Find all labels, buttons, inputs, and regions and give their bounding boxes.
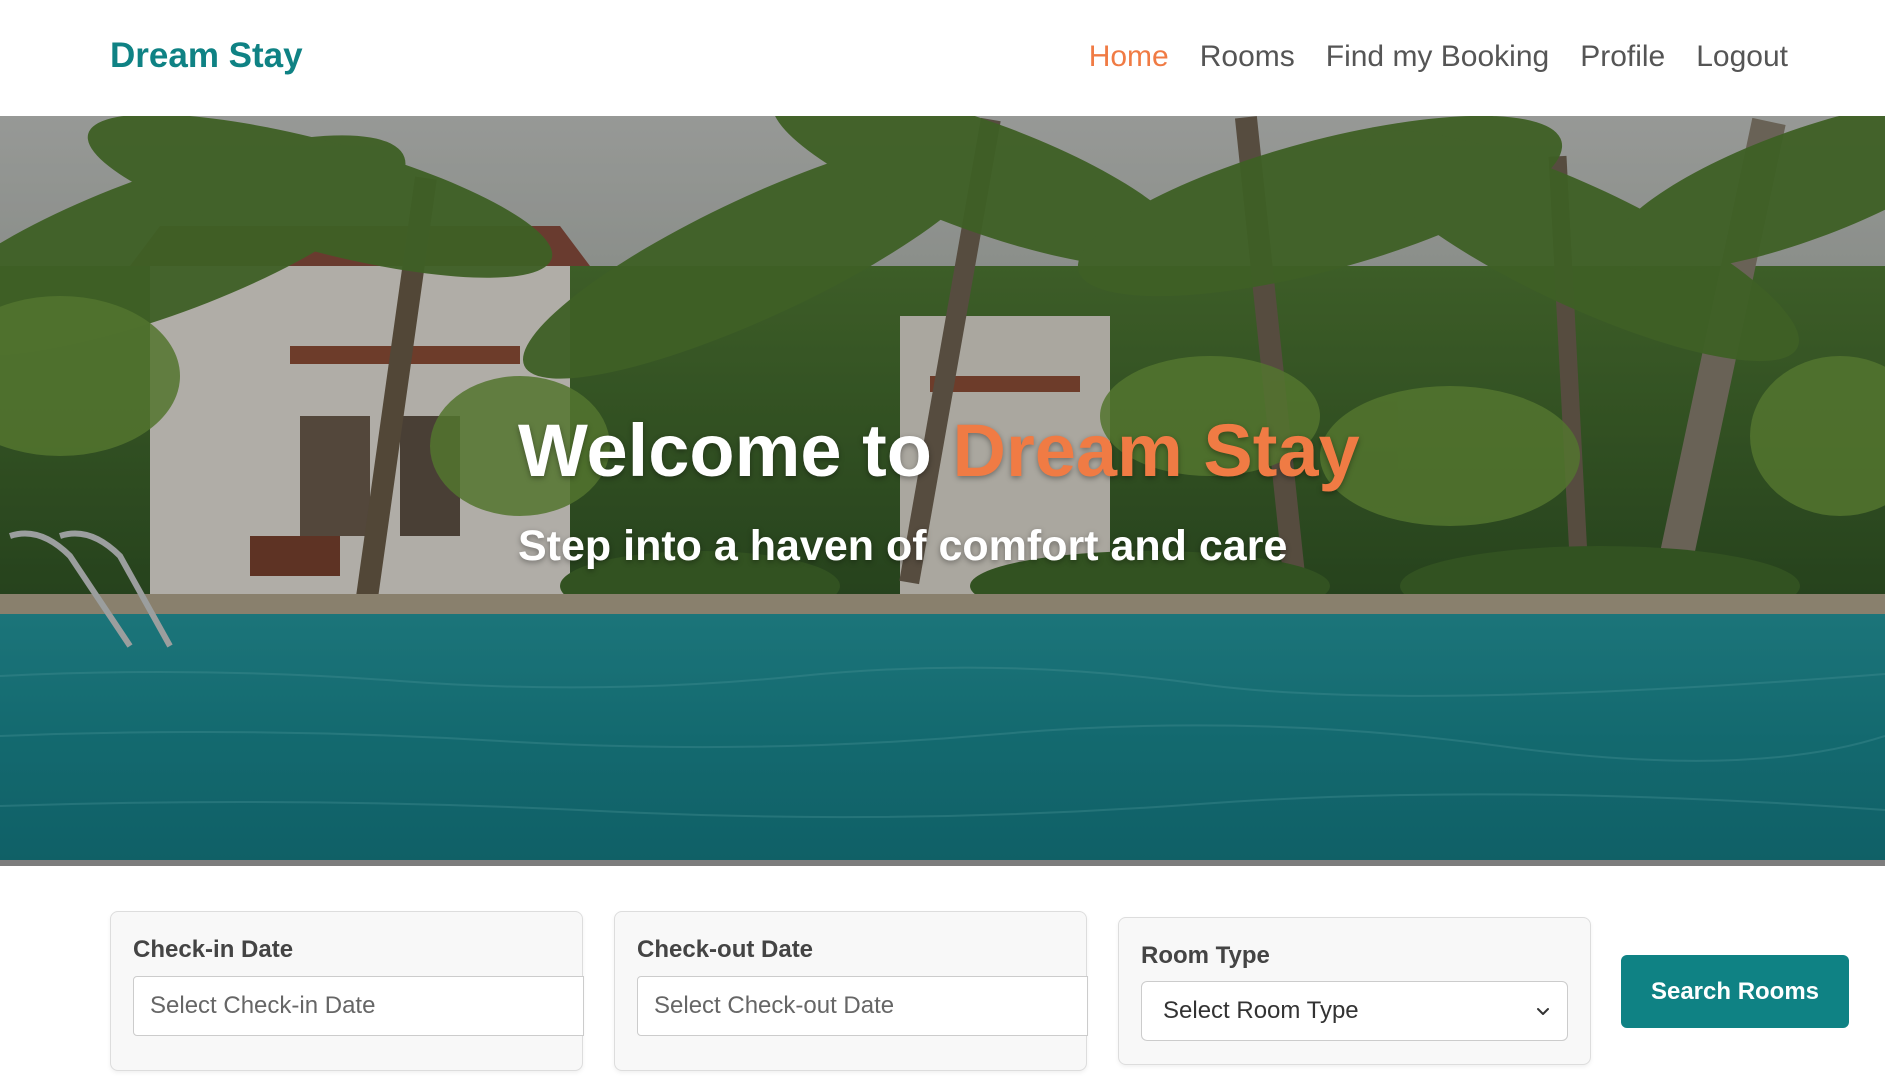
checkin-date-input[interactable] (133, 976, 584, 1036)
checkout-card: Check-out Date (614, 911, 1088, 1071)
nav-home[interactable]: Home (1089, 40, 1169, 74)
room-type-card: Room Type Select Room Type (1118, 917, 1591, 1065)
room-type-select[interactable]: Select Room Type (1141, 981, 1568, 1041)
nav-find-my-booking[interactable]: Find my Booking (1326, 40, 1549, 74)
brand-logo[interactable]: Dream Stay (110, 36, 303, 76)
nav-profile[interactable]: Profile (1580, 40, 1665, 74)
chevron-down-icon (1537, 1008, 1549, 1015)
hero-title-accent: Dream Stay (952, 409, 1360, 492)
nav-rooms[interactable]: Rooms (1200, 40, 1295, 74)
search-rooms-button[interactable]: Search Rooms (1621, 955, 1849, 1028)
checkin-card: Check-in Date (110, 911, 584, 1071)
hero-title: Welcome to Dream Stay (518, 408, 1360, 493)
checkout-label: Check-out Date (637, 936, 814, 963)
site-header: Dream Stay Home Rooms Find my Booking Pr… (0, 0, 1885, 116)
hero-subtitle: Step into a haven of comfort and care (518, 522, 1288, 570)
room-type-label: Room Type (1141, 942, 1270, 969)
room-type-selected-value: Select Room Type (1163, 997, 1359, 1024)
checkin-label: Check-in Date (133, 936, 294, 963)
nav-logout[interactable]: Logout (1696, 40, 1788, 74)
checkout-date-input[interactable] (637, 976, 1088, 1036)
hero-divider (0, 860, 1885, 866)
main-nav: Home Rooms Find my Booking Profile Logou… (1058, 40, 1788, 74)
hero-title-prefix: Welcome to (518, 409, 953, 492)
